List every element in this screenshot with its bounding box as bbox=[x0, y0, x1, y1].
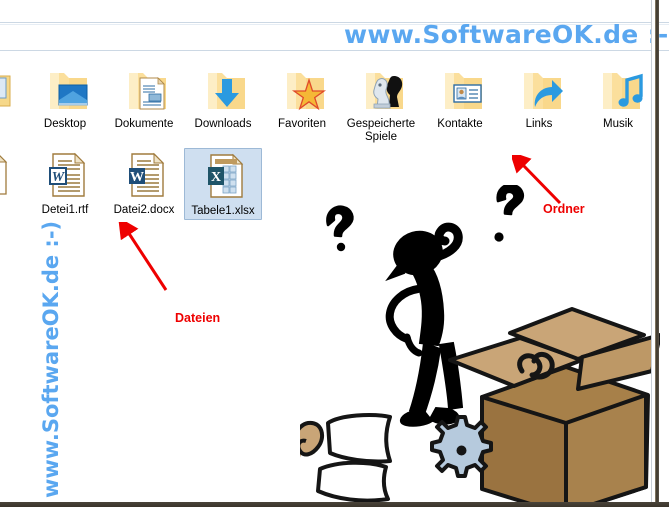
folder-label: Downloads bbox=[194, 118, 252, 130]
document-generic-icon bbox=[0, 155, 8, 195]
folder-label: Dokumente bbox=[114, 118, 174, 130]
folder-kontakte[interactable]: Kontakte bbox=[421, 62, 499, 132]
folder-partial-left[interactable] bbox=[0, 62, 26, 129]
window-border-bottom-strip bbox=[0, 507, 669, 513]
folder-dokumente[interactable]: Dokumente bbox=[105, 62, 183, 132]
svg-text:W: W bbox=[130, 170, 144, 185]
folder-gespeicherte-spiele[interactable]: Gespeicherte Spiele bbox=[342, 62, 420, 145]
file-label: Datei2.docx bbox=[113, 204, 175, 216]
gear-icon bbox=[430, 415, 493, 478]
folder-saved-games-icon bbox=[366, 73, 403, 109]
word-docx-file-icon: W bbox=[129, 152, 165, 197]
excel-xlsx-file-icon: X bbox=[208, 153, 244, 198]
folder-downloads[interactable]: Downloads bbox=[184, 62, 262, 132]
file-explorer-window: www.SoftwareOK.de :-) www.SoftwareOK.de … bbox=[0, 0, 669, 513]
svg-text:X: X bbox=[211, 170, 221, 185]
folder-desktop[interactable]: Desktop bbox=[26, 62, 104, 132]
folder-label: Gespeicherte Spiele bbox=[346, 118, 416, 143]
dateien-annotation-arrow bbox=[118, 222, 168, 291]
watermark-top: www.SoftwareOK.de :-) bbox=[344, 20, 669, 49]
file-detei1-rtf[interactable]: W Detei1.rtf bbox=[26, 148, 104, 218]
dateien-annotation-label: Dateien bbox=[175, 311, 221, 325]
folder-label: Links bbox=[525, 118, 553, 130]
stick-figure bbox=[385, 222, 464, 427]
confused-person-illustration bbox=[300, 185, 660, 510]
folder-musik[interactable]: Musik bbox=[579, 62, 657, 132]
question-mark-right bbox=[494, 185, 525, 242]
folder-label: Musik bbox=[602, 118, 634, 130]
folder-contacts-icon bbox=[445, 73, 482, 109]
cardboard-box bbox=[448, 307, 660, 510]
word-rtf-file-icon: W bbox=[49, 152, 86, 197]
file-label: Tabele1.xlsx bbox=[191, 205, 255, 217]
window-border-right bbox=[655, 0, 659, 513]
folder-links[interactable]: Links bbox=[500, 62, 578, 132]
folder-desktop-icon bbox=[50, 73, 88, 109]
question-mark-left bbox=[326, 205, 354, 252]
svg-text:W: W bbox=[52, 170, 66, 185]
folder-label: Desktop bbox=[43, 118, 87, 130]
papers bbox=[316, 413, 392, 503]
folder-label: Favoriten bbox=[278, 118, 326, 130]
folder-favorites-icon bbox=[287, 73, 327, 111]
folder-downloads-icon bbox=[208, 73, 245, 109]
folder-generic-icon bbox=[0, 75, 11, 107]
folder-links-icon bbox=[524, 73, 563, 109]
file-tabele1-xlsx[interactable]: X Tabele1.xlsx bbox=[184, 148, 262, 220]
watermark-left: www.SoftwareOK.de :-) bbox=[39, 220, 63, 498]
file-label: Detei1.rtf bbox=[41, 204, 89, 216]
folder-favoriten[interactable]: Favoriten bbox=[263, 62, 341, 132]
file-datei2-docx[interactable]: W Datei2.docx bbox=[105, 148, 183, 218]
folder-label: Kontakte bbox=[437, 118, 483, 130]
file-partial-left[interactable] bbox=[0, 148, 26, 200]
header-divider-bottom bbox=[0, 50, 669, 51]
folder-documents-icon bbox=[129, 73, 166, 110]
folder-music-icon bbox=[603, 73, 643, 109]
